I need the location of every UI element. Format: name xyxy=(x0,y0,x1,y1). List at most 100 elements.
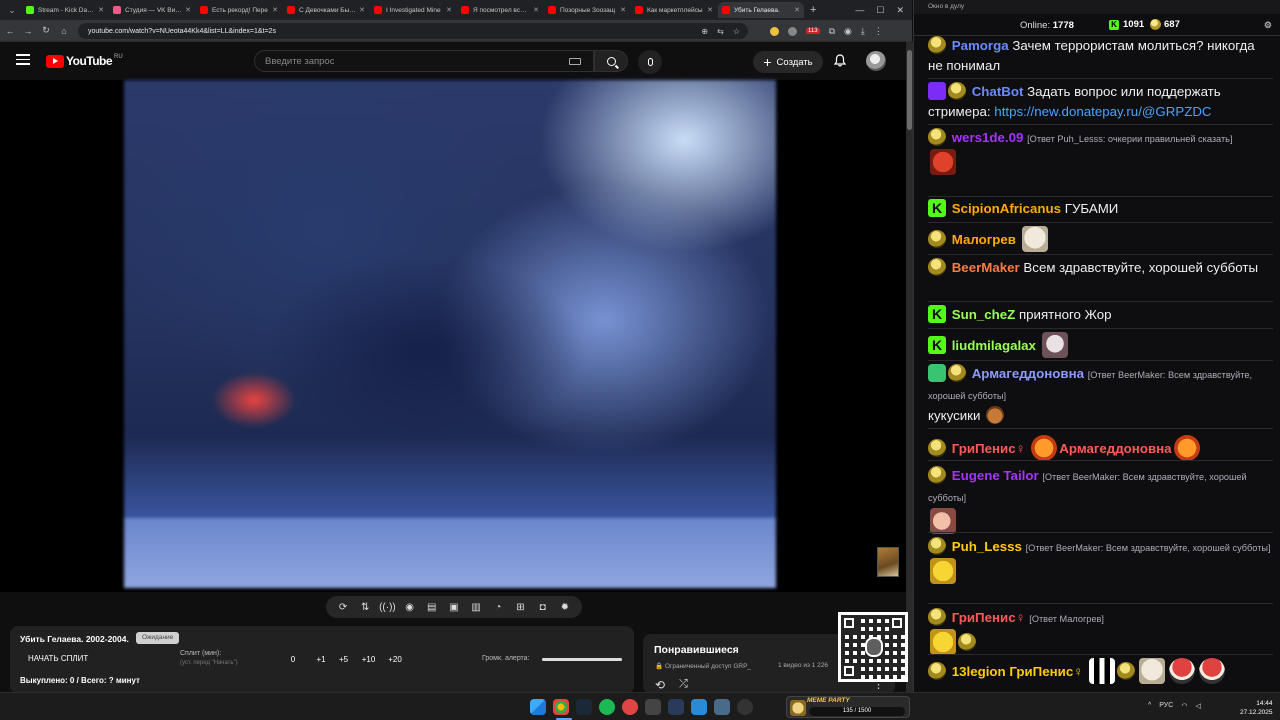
youtube-logo[interactable]: YouTube RU xyxy=(46,54,123,68)
alert-volume-slider[interactable] xyxy=(542,658,622,661)
tab-close-icon[interactable]: ✕ xyxy=(707,6,713,14)
eye-screen-icon[interactable]: ◉ xyxy=(402,601,417,614)
chat-username[interactable]: wers1de.09 xyxy=(952,130,1024,145)
chrome-icon[interactable] xyxy=(553,699,569,715)
split-value-button[interactable]: +10 xyxy=(355,655,382,664)
user-avatar[interactable] xyxy=(866,51,886,71)
browser-tab[interactable]: Как маркетплейсы ✕ xyxy=(631,2,717,18)
chevron-up-icon[interactable]: ^ xyxy=(1148,702,1151,710)
broadcast-icon[interactable]: ((·)) xyxy=(379,601,396,614)
app-icon[interactable] xyxy=(714,699,730,715)
app-icon[interactable] xyxy=(645,699,661,715)
chat-username[interactable]: ScipionAfricanus xyxy=(952,201,1061,216)
tab-close-icon[interactable]: ✕ xyxy=(794,6,800,14)
chat-settings-icon[interactable]: ⚙ xyxy=(1264,20,1272,31)
mention-text[interactable]: ГриПенис♀ xyxy=(1009,664,1083,679)
film-icon[interactable]: ▤ xyxy=(424,601,439,614)
shuffle-icon[interactable]: ⤮ xyxy=(679,678,688,691)
start-icon[interactable] xyxy=(530,699,546,715)
corner-thumbnail[interactable] xyxy=(877,547,899,577)
system-clock[interactable]: 14:44 27.12.2025 xyxy=(1240,699,1273,717)
wifi-icon[interactable]: ◠ xyxy=(1181,702,1187,710)
browser-tab[interactable]: I Investigated Mine ✕ xyxy=(370,2,456,18)
speedometer-icon[interactable]: ◔ xyxy=(491,601,506,614)
tab-search-icon[interactable]: ⌄ xyxy=(3,2,21,18)
puzzle-icon[interactable]: ⧉ xyxy=(829,26,835,37)
browser-tab[interactable]: Есть рекорд! Пере ✕ xyxy=(196,2,282,18)
chat-username[interactable]: BeerMaker xyxy=(952,260,1020,275)
split-value-button[interactable]: +1 xyxy=(310,655,332,664)
loop-playlist-icon[interactable]: ⟲ xyxy=(655,678,665,692)
split-value-button[interactable]: +5 xyxy=(332,655,355,664)
chat-username[interactable]: ChatBot xyxy=(972,84,1024,99)
maximize-icon[interactable]: ☐ xyxy=(876,5,884,16)
search-input[interactable] xyxy=(265,55,555,67)
chat-username[interactable]: Pamorga xyxy=(952,38,1009,53)
close-window-icon[interactable]: ✕ xyxy=(896,5,904,16)
start-split-button[interactable]: НАЧАТЬ СПЛИТ xyxy=(28,654,88,663)
back-icon[interactable]: ← xyxy=(2,26,18,36)
extension-badge[interactable]: 113 xyxy=(806,28,820,34)
extension-icon[interactable] xyxy=(770,26,779,36)
frames-icon[interactable]: ▥ xyxy=(469,601,484,614)
bookmark-star-icon[interactable]: ☆ xyxy=(733,27,740,36)
donate-link[interactable]: https://new.donatepay.ru/@GRPZDC xyxy=(994,104,1211,119)
hamburger-menu-icon[interactable] xyxy=(16,54,30,65)
browser-tab[interactable]: Я посмотрел все ф ✕ xyxy=(457,2,543,18)
add-screen-icon[interactable]: ⊞ xyxy=(513,601,528,614)
browser-tab[interactable]: Stream - Kick Dashb ✕ xyxy=(22,2,108,18)
telegram-icon[interactable] xyxy=(691,699,707,715)
spotify-icon[interactable] xyxy=(599,699,615,715)
create-button[interactable]: + Создать xyxy=(753,51,823,73)
browser-tab[interactable]: С Девочками Было ✕ xyxy=(283,2,369,18)
settings-gear-icon[interactable]: ✹ xyxy=(557,601,572,614)
chat-username[interactable]: Eugene Tailor xyxy=(952,468,1039,483)
mention-text[interactable]: Армагеддоновна xyxy=(1059,441,1171,456)
translate-icon[interactable]: ⇆ xyxy=(717,27,724,36)
language-indicator[interactable]: РУС xyxy=(1159,702,1173,710)
video-player[interactable] xyxy=(0,80,906,592)
chat-username[interactable]: 13legion xyxy=(952,664,1006,679)
chat-username[interactable]: Sun_cheZ xyxy=(952,307,1016,322)
home-icon[interactable]: ⌂ xyxy=(56,26,72,36)
playlist-title[interactable]: Понравившиеся xyxy=(654,644,739,656)
voice-search-button[interactable] xyxy=(638,50,662,74)
steam-icon[interactable] xyxy=(576,699,592,715)
tab-close-icon[interactable]: ✕ xyxy=(533,6,539,14)
browser-tab[interactable]: Позорные Зоозащ ✕ xyxy=(544,2,630,18)
tab-close-icon[interactable]: ✕ xyxy=(185,6,191,14)
tab-close-icon[interactable]: ✕ xyxy=(272,6,278,14)
picture-in-picture-icon[interactable]: ▣ xyxy=(446,601,461,614)
tab-close-icon[interactable]: ✕ xyxy=(446,6,452,14)
obs-icon[interactable] xyxy=(737,699,753,715)
media-player-icon[interactable] xyxy=(668,699,684,715)
sort-icon[interactable]: ⇅ xyxy=(358,601,373,614)
chat-username[interactable]: Армагеддоновна xyxy=(972,366,1084,381)
chat-username[interactable]: Малогрев xyxy=(952,232,1016,247)
page-scrollbar[interactable] xyxy=(906,42,913,692)
chat-username[interactable]: Puh_Lesss xyxy=(952,539,1022,554)
notifications-bell-icon[interactable] xyxy=(834,54,846,67)
page-scrollbar-thumb[interactable] xyxy=(907,50,912,130)
zoom-icon[interactable]: ⊕ xyxy=(701,27,708,36)
split-value-button[interactable]: +20 xyxy=(382,655,408,664)
meme-party-widget[interactable]: MEME PARTY 135 / 1500 xyxy=(786,696,910,718)
chat-username[interactable]: liudmilagalax xyxy=(952,338,1036,353)
tab-close-icon[interactable]: ✕ xyxy=(98,6,104,14)
volume-icon[interactable]: ◁ xyxy=(1195,702,1200,710)
video-frame[interactable] xyxy=(124,80,776,588)
tab-close-icon[interactable]: ✕ xyxy=(620,6,626,14)
menu-dots-icon[interactable]: ⋮ xyxy=(874,26,883,37)
browser-tab[interactable]: Студия — VK Видео ✕ xyxy=(109,2,195,18)
keyboard-icon[interactable] xyxy=(569,58,581,65)
search-button[interactable] xyxy=(594,50,628,72)
chat-username[interactable]: ГриПенис♀ xyxy=(952,610,1026,625)
profile-icon[interactable]: ◉ xyxy=(844,26,852,37)
extension-icon[interactable] xyxy=(788,26,797,36)
reload-icon[interactable]: ↻ xyxy=(38,25,54,36)
camera-icon[interactable]: ◘ xyxy=(535,601,550,614)
new-tab-button[interactable]: + xyxy=(810,4,816,16)
url-field[interactable]: youtube.com/watch?v=NUeota44Kk4&list=LL&… xyxy=(78,23,748,39)
minimize-icon[interactable]: — xyxy=(855,5,864,15)
chat-username[interactable]: ГриПенис♀ xyxy=(952,441,1026,456)
